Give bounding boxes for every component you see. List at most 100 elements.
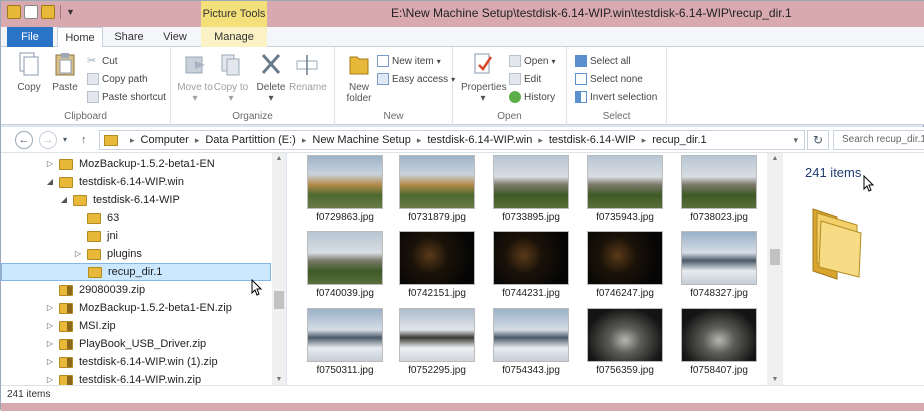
collapsed-arrow-icon[interactable]: ▷ bbox=[73, 245, 83, 263]
tab-view[interactable]: View bbox=[153, 27, 197, 47]
chevron-right-icon[interactable]: ▸ bbox=[130, 135, 135, 146]
file-item[interactable]: f0733895.jpg bbox=[491, 155, 571, 227]
file-item[interactable]: f0750311.jpg bbox=[305, 308, 385, 380]
collapsed-arrow-icon[interactable]: ▷ bbox=[45, 335, 55, 353]
file-item[interactable]: f0740039.jpg bbox=[305, 231, 385, 303]
new-item-button[interactable]: New item ▾ bbox=[377, 53, 441, 69]
zip-folder-icon bbox=[59, 284, 73, 296]
navigation-scrollbar[interactable]: ▲ ▼ bbox=[272, 153, 286, 385]
content-scrollbar[interactable]: ▲ ▼ bbox=[767, 153, 783, 385]
tab-file[interactable]: File bbox=[7, 27, 53, 47]
file-item[interactable]: f0738023.jpg bbox=[679, 155, 759, 227]
scrollbar-thumb[interactable] bbox=[274, 291, 284, 309]
copy-to-button[interactable]: Copy to ▾ bbox=[213, 51, 249, 104]
new-folder-button[interactable]: New folder bbox=[341, 51, 377, 104]
file-item[interactable]: f0746247.jpg bbox=[585, 231, 665, 303]
expanded-arrow-icon[interactable]: ◢ bbox=[59, 191, 69, 209]
select-none-button[interactable]: Select none bbox=[575, 71, 643, 87]
collapsed-arrow-icon[interactable]: ▷ bbox=[45, 299, 55, 317]
cut-button[interactable]: ✂ Cut bbox=[87, 53, 118, 69]
refresh-button[interactable]: ↻ bbox=[807, 130, 829, 150]
nav-item-label: MozBackup-1.5.2-beta1-EN.zip bbox=[79, 302, 232, 314]
paste-shortcut-button[interactable]: Paste shortcut bbox=[87, 89, 166, 105]
chevron-right-icon[interactable]: ▸ bbox=[538, 135, 543, 146]
nav-item-29080039-zip[interactable]: 29080039.zip bbox=[1, 281, 271, 299]
up-button[interactable]: ↑ bbox=[81, 131, 87, 149]
expanded-arrow-icon[interactable]: ◢ bbox=[45, 173, 55, 191]
collapsed-arrow-icon[interactable]: ▷ bbox=[45, 371, 55, 385]
customize-dropdown-icon[interactable]: ▼ bbox=[66, 5, 75, 19]
recent-locations-button[interactable]: ▾ bbox=[63, 131, 67, 149]
file-item[interactable]: f0729863.jpg bbox=[305, 155, 385, 227]
chevron-right-icon[interactable]: ▸ bbox=[417, 135, 422, 146]
chevron-right-icon[interactable]: ▸ bbox=[195, 135, 200, 146]
tab-manage[interactable]: Manage bbox=[201, 27, 267, 47]
move-to-button[interactable]: Move to ▾ bbox=[177, 51, 213, 104]
open-button[interactable]: Open ▾ bbox=[509, 53, 555, 69]
forward-button[interactable]: → bbox=[39, 131, 57, 149]
easy-access-button[interactable]: Easy access ▾ bbox=[377, 71, 455, 87]
search-input[interactable]: Search recup_dir.1 bbox=[833, 130, 924, 150]
breadcrumb-testdisk[interactable]: testdisk-6.14-WIP bbox=[549, 134, 636, 146]
nav-item-63[interactable]: 63 bbox=[1, 209, 271, 227]
collapsed-arrow-icon[interactable]: ▷ bbox=[45, 353, 55, 371]
tab-share[interactable]: Share bbox=[107, 27, 151, 47]
properties-button[interactable]: Properties ▾ bbox=[461, 51, 507, 104]
invert-selection-button[interactable]: Invert selection bbox=[575, 89, 657, 105]
nav-item-msi-zip[interactable]: ▷ MSI.zip bbox=[1, 317, 271, 335]
file-item[interactable]: f0754343.jpg bbox=[491, 308, 571, 380]
file-item[interactable]: f0731879.jpg bbox=[397, 155, 477, 227]
scroll-down-icon[interactable]: ▼ bbox=[272, 376, 286, 383]
chevron-right-icon[interactable]: ▸ bbox=[302, 135, 307, 146]
scrollbar-thumb[interactable] bbox=[770, 249, 780, 265]
scroll-up-icon[interactable]: ▲ bbox=[272, 155, 286, 162]
ribbon: Copy Paste ✂ Cut Copy path Paste shortcu… bbox=[1, 47, 924, 125]
edit-button[interactable]: Edit bbox=[509, 71, 541, 87]
history-label: History bbox=[524, 91, 556, 103]
collapsed-arrow-icon[interactable]: ▷ bbox=[45, 317, 55, 335]
copy-button[interactable]: Copy bbox=[11, 51, 47, 93]
new-folder-icon[interactable] bbox=[41, 5, 55, 19]
back-button[interactable]: ← bbox=[15, 131, 33, 149]
copy-path-button[interactable]: Copy path bbox=[87, 71, 148, 87]
nav-item-playbook-usb-driver-zip[interactable]: ▷ PlayBook_USB_Driver.zip bbox=[1, 335, 271, 353]
delete-button[interactable]: Delete ▾ bbox=[253, 51, 289, 104]
file-item[interactable]: f0742151.jpg bbox=[397, 231, 477, 303]
file-item[interactable]: f0735943.jpg bbox=[585, 155, 665, 227]
breadcrumb[interactable]: ▸ Computer ▸ Data Partittion (E:) ▸ New … bbox=[99, 130, 805, 150]
nav-item-plugins[interactable]: ▷ plugins bbox=[1, 245, 271, 263]
file-item[interactable]: f0744231.jpg bbox=[491, 231, 571, 303]
file-item[interactable]: f0756359.jpg bbox=[585, 308, 665, 380]
address-history-dropdown-icon[interactable]: ▾ bbox=[793, 135, 798, 146]
breadcrumb-testdisk-win[interactable]: testdisk-6.14-WIP.win bbox=[427, 134, 532, 146]
nav-item-testdisk-6-14-wip-win-zip[interactable]: ▷ testdisk-6.14-WIP.win.zip bbox=[1, 371, 271, 385]
breadcrumb-data-partition[interactable]: Data Partittion (E:) bbox=[205, 134, 295, 146]
paste-button[interactable]: Paste bbox=[47, 51, 83, 93]
nav-item-mozbackup-1-5-2-beta1-en[interactable]: ▷ MozBackup-1.5.2-beta1-EN bbox=[1, 155, 271, 173]
nav-item-testdisk-6-14-wip-win[interactable]: ◢ testdisk-6.14-WIP.win bbox=[1, 173, 271, 191]
scroll-down-icon[interactable]: ▼ bbox=[767, 376, 783, 383]
file-item[interactable]: f0758407.jpg bbox=[679, 308, 759, 380]
properties-icon[interactable] bbox=[24, 5, 38, 19]
nav-item-recup-dir-1[interactable]: recup_dir.1 bbox=[1, 263, 271, 281]
scroll-up-icon[interactable]: ▲ bbox=[767, 155, 783, 162]
nav-item-jni[interactable]: jni bbox=[1, 227, 271, 245]
history-button[interactable]: History bbox=[509, 89, 555, 105]
photo-thumbnail bbox=[587, 231, 663, 285]
nav-item-testdisk-6-14-wip[interactable]: ◢ testdisk-6.14-WIP bbox=[1, 191, 271, 209]
chevron-right-icon[interactable]: ▸ bbox=[642, 135, 647, 146]
edit-label: Edit bbox=[524, 73, 542, 85]
folder-icon[interactable] bbox=[7, 5, 21, 19]
breadcrumb-computer[interactable]: Computer bbox=[141, 134, 189, 146]
tab-home[interactable]: Home bbox=[57, 27, 103, 48]
nav-item-testdisk-6-14-wip-win-1-zip[interactable]: ▷ testdisk-6.14-WIP.win (1).zip bbox=[1, 353, 271, 371]
collapsed-arrow-icon[interactable]: ▷ bbox=[45, 155, 55, 173]
file-item[interactable]: f0748327.jpg bbox=[679, 231, 759, 303]
breadcrumb-recup-dir[interactable]: recup_dir.1 bbox=[652, 134, 706, 146]
select-all-button[interactable]: Select all bbox=[575, 53, 631, 69]
rename-button[interactable]: Rename bbox=[289, 51, 327, 93]
nav-item-mozbackup-1-5-2-beta1-en-zip[interactable]: ▷ MozBackup-1.5.2-beta1-EN.zip bbox=[1, 299, 271, 317]
new-group: New folder New item ▾ Easy access ▾ New bbox=[335, 47, 455, 125]
file-item[interactable]: f0752295.jpg bbox=[397, 308, 477, 380]
breadcrumb-new-machine-setup[interactable]: New Machine Setup bbox=[312, 134, 410, 146]
